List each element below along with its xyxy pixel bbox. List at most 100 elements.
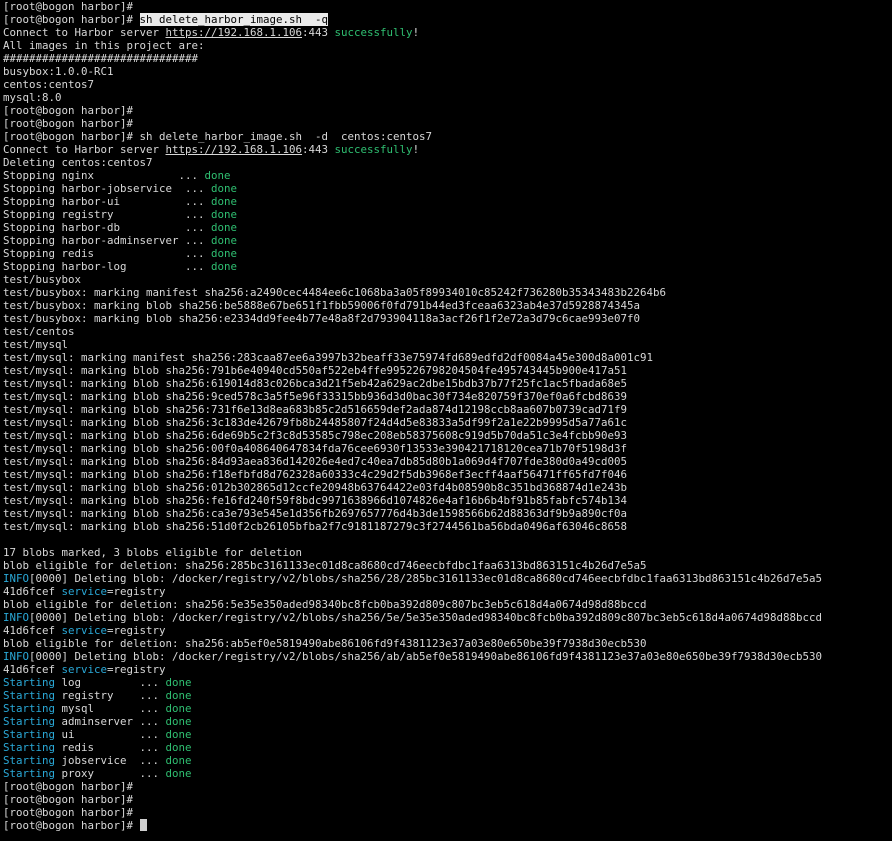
terminal-line: ############################## bbox=[3, 52, 892, 65]
terminal-text: done bbox=[165, 702, 192, 715]
terminal-text: All images in this project are: bbox=[3, 39, 205, 52]
terminal-line: test/busybox: marking manifest sha256:a2… bbox=[3, 286, 892, 299]
terminal-text: done bbox=[211, 195, 238, 208]
terminal-line: [root@bogon harbor]# sh delete_harbor_im… bbox=[3, 13, 892, 26]
terminal-text: test/busybox: marking blob sha256:be5888… bbox=[3, 299, 641, 312]
terminal-line: test/mysql: marking blob sha256:619014d8… bbox=[3, 377, 892, 390]
terminal-text: test/mysql: marking blob sha256:3c183de4… bbox=[3, 416, 628, 429]
terminal-text: busybox:1.0.0-RC1 bbox=[3, 65, 114, 78]
terminal-text: test/mysql: marking blob sha256:012b3028… bbox=[3, 481, 628, 494]
terminal-text: [root@bogon harbor]# bbox=[3, 819, 140, 832]
terminal-line: Stopping harbor-jobservice ... done bbox=[3, 182, 892, 195]
terminal-text: ui ... bbox=[55, 728, 166, 741]
terminal-text: Stopping nginx ... bbox=[3, 169, 205, 182]
terminal-line: Starting adminserver ... done bbox=[3, 715, 892, 728]
terminal-line: Connect to Harbor server https://192.168… bbox=[3, 26, 892, 39]
terminal-line: 41d6fcef service=registry bbox=[3, 585, 892, 598]
terminal-text: done bbox=[165, 741, 192, 754]
terminal-text: successfully bbox=[334, 26, 413, 39]
terminal-line: test/mysql: marking manifest sha256:283c… bbox=[3, 351, 892, 364]
terminal-text: Starting bbox=[3, 689, 56, 702]
terminal-line: [root@bogon harbor]# bbox=[3, 117, 892, 130]
terminal-line: test/mysql: marking blob sha256:9ced578c… bbox=[3, 390, 892, 403]
terminal-text: ! bbox=[412, 143, 420, 156]
terminal-text: blob eligible for deletion: sha256:285bc… bbox=[3, 559, 647, 572]
terminal-line: Stopping harbor-adminserver ... done bbox=[3, 234, 892, 247]
server-url-link[interactable]: https://192.168.1.106 bbox=[166, 26, 303, 39]
terminal-text: INFO bbox=[3, 611, 30, 624]
terminal-line: test/busybox: marking blob sha256:be5888… bbox=[3, 299, 892, 312]
terminal-text: ! bbox=[412, 26, 420, 39]
terminal-text: test/mysql: marking blob sha256:791b6e40… bbox=[3, 364, 628, 377]
terminal-text: registry ... bbox=[55, 689, 166, 702]
terminal-text: Deleting centos:centos7 bbox=[3, 156, 153, 169]
terminal-line: Starting log ... done bbox=[3, 676, 892, 689]
terminal-text: done bbox=[165, 676, 192, 689]
terminal-line: Deleting centos:centos7 bbox=[3, 156, 892, 169]
terminal-line: Stopping registry ... done bbox=[3, 208, 892, 221]
terminal-text: successfully bbox=[334, 143, 413, 156]
terminal-text: test/mysql: marking blob sha256:51d0f2cb… bbox=[3, 520, 628, 533]
terminal-text: [0000] Deleting blob: /docker/registry/v… bbox=[29, 650, 823, 663]
terminal-text: 17 blobs marked, 3 blobs eligible for de… bbox=[3, 546, 303, 559]
terminal-text: 41d6fcef bbox=[3, 585, 62, 598]
terminal-line: Connect to Harbor server https://192.168… bbox=[3, 143, 892, 156]
terminal-text: [0000] Deleting blob: /docker/registry/v… bbox=[29, 611, 823, 624]
terminal-text: test/busybox: marking blob sha256:e2334d… bbox=[3, 312, 641, 325]
terminal-line: test/mysql: marking blob sha256:f18efbfd… bbox=[3, 468, 892, 481]
terminal-text: redis ... bbox=[55, 741, 166, 754]
terminal-text: Connect to Harbor server bbox=[3, 26, 166, 39]
terminal-text: service bbox=[61, 585, 108, 598]
terminal-text: =registry bbox=[107, 624, 166, 637]
terminal-text: [root@bogon harbor]# bbox=[3, 806, 134, 819]
terminal-text: :443 bbox=[302, 26, 335, 39]
terminal-line: INFO[0000] Deleting blob: /docker/regist… bbox=[3, 611, 892, 624]
terminal-text: Starting bbox=[3, 767, 56, 780]
terminal-line: 41d6fcef service=registry bbox=[3, 663, 892, 676]
terminal-text: test/mysql: marking manifest sha256:283c… bbox=[3, 351, 654, 364]
terminal-line: [root@bogon harbor]# bbox=[3, 104, 892, 117]
terminal-line: 41d6fcef service=registry bbox=[3, 624, 892, 637]
terminal-line: test/mysql: marking blob sha256:00f0a408… bbox=[3, 442, 892, 455]
terminal-text: jobservice ... bbox=[55, 754, 166, 767]
terminal-text: [root@bogon harbor]# bbox=[3, 104, 134, 117]
terminal-text: ############################## bbox=[3, 52, 199, 65]
terminal-output[interactable]: [root@bogon harbor]# [root@bogon harbor]#… bbox=[3, 0, 892, 841]
terminal-line: test/mysql: marking blob sha256:84d93aea… bbox=[3, 455, 892, 468]
server-url-link[interactable]: https://192.168.1.106 bbox=[166, 143, 303, 156]
terminal-text: blob eligible for deletion: sha256:5e35e… bbox=[3, 598, 647, 611]
terminal-text: [root@bogon harbor]# sh delete_harbor_im… bbox=[3, 130, 433, 143]
selected-command-text: sh delete_harbor_image.sh -q bbox=[139, 13, 329, 26]
terminal-text: test/mysql: marking blob sha256:731f6e13… bbox=[3, 403, 628, 416]
terminal-text: [root@bogon harbor]# bbox=[3, 793, 134, 806]
terminal-text: mysql ... bbox=[55, 702, 166, 715]
terminal-text: Starting bbox=[3, 754, 56, 767]
terminal-text: log ... bbox=[55, 676, 166, 689]
terminal-text: mysql:8.0 bbox=[3, 91, 62, 104]
terminal-text: proxy ... bbox=[55, 767, 166, 780]
terminal-text: test/busybox bbox=[3, 273, 82, 286]
terminal-text: [root@bogon harbor]# bbox=[3, 0, 134, 13]
terminal-text: centos:centos7 bbox=[3, 78, 95, 91]
terminal-line: 17 blobs marked, 3 blobs eligible for de… bbox=[3, 546, 892, 559]
terminal-line: Starting ui ... done bbox=[3, 728, 892, 741]
terminal-line: test/mysql: marking blob sha256:fe16fd24… bbox=[3, 494, 892, 507]
terminal-text: Stopping redis ... bbox=[3, 247, 212, 260]
terminal-text: [root@bogon harbor]# bbox=[3, 117, 134, 130]
terminal-text: done bbox=[165, 728, 192, 741]
terminal-line: test/mysql bbox=[3, 338, 892, 351]
terminal-text: done bbox=[165, 689, 192, 702]
terminal-text: done bbox=[211, 247, 238, 260]
terminal-line: test/busybox: marking blob sha256:e2334d… bbox=[3, 312, 892, 325]
terminal-text: test/mysql bbox=[3, 338, 69, 351]
terminal-line: test/mysql: marking blob sha256:791b6e40… bbox=[3, 364, 892, 377]
terminal-text: blob eligible for deletion: sha256:ab5ef… bbox=[3, 637, 647, 650]
terminal-text: [0000] Deleting blob: /docker/registry/v… bbox=[29, 572, 823, 585]
terminal-text: done bbox=[165, 754, 192, 767]
terminal-text: test/mysql: marking blob sha256:00f0a408… bbox=[3, 442, 628, 455]
terminal-text: Stopping harbor-jobservice ... bbox=[3, 182, 212, 195]
terminal-line: test/mysql: marking blob sha256:3c183de4… bbox=[3, 416, 892, 429]
terminal-text: INFO bbox=[3, 572, 30, 585]
terminal-line: Stopping harbor-log ... done bbox=[3, 260, 892, 273]
